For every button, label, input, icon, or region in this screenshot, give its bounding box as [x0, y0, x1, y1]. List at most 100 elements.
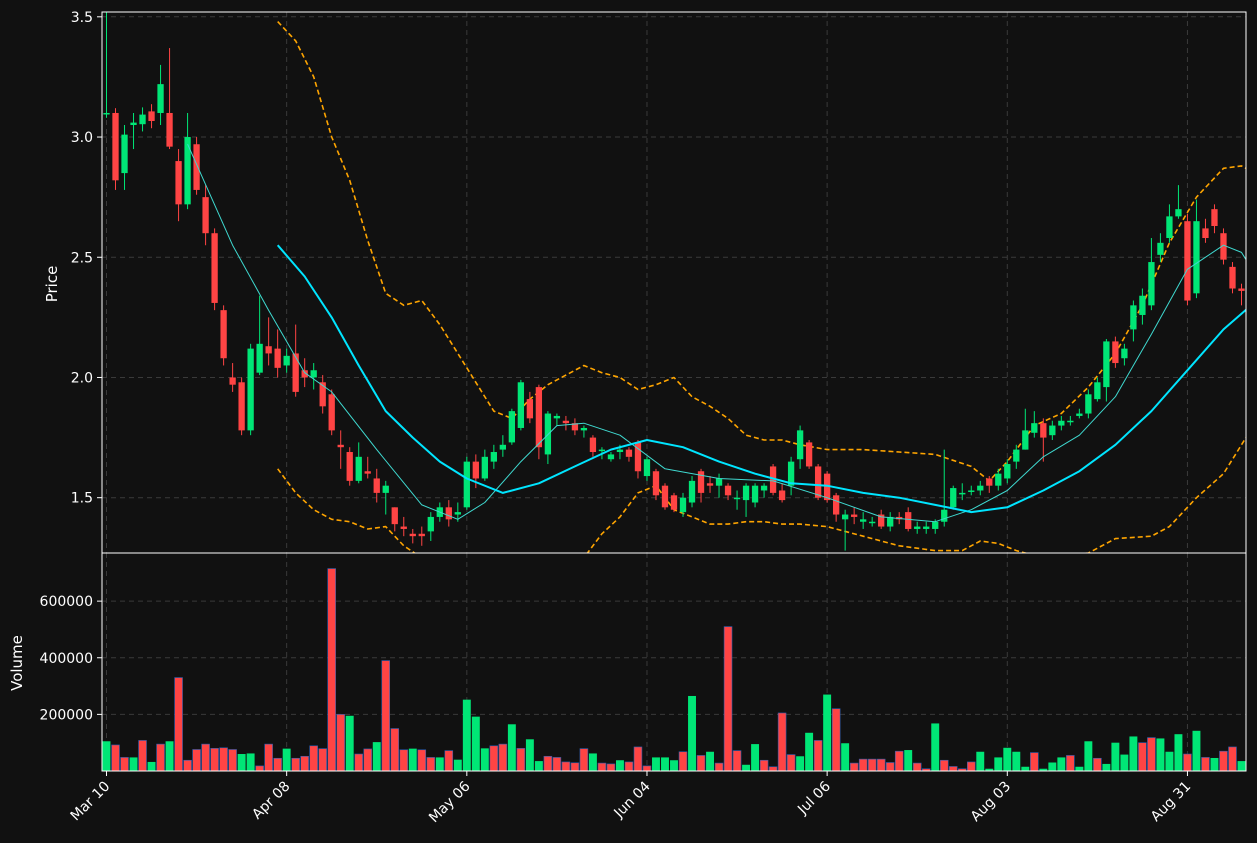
volume-bar	[570, 762, 580, 772]
volume-bar	[688, 695, 696, 771]
candle-body	[778, 490, 786, 501]
candle-body	[193, 144, 200, 190]
candle-body	[869, 521, 876, 524]
candle-body	[220, 310, 227, 359]
candle-body	[643, 459, 651, 477]
candle-body	[553, 415, 561, 419]
volume-bar	[435, 757, 444, 771]
candle-body	[382, 485, 389, 493]
volume-bar	[336, 714, 345, 772]
candle-body	[1004, 464, 1011, 479]
volume-bar	[885, 762, 895, 772]
candle-body	[112, 112, 119, 181]
volume-bar	[552, 757, 562, 772]
candle-body	[706, 483, 714, 486]
candle-body	[139, 114, 146, 125]
volume-bar	[1156, 738, 1165, 771]
volume-bar	[300, 755, 309, 772]
volume-bar	[1111, 742, 1120, 771]
volume-bar	[156, 743, 165, 772]
volume-bar	[976, 751, 985, 771]
candle-body	[1112, 341, 1119, 364]
candle-body	[373, 478, 380, 493]
candle-body	[508, 411, 516, 443]
volume-bar	[706, 751, 714, 771]
volume-bar	[408, 748, 417, 771]
volume-bar	[1012, 751, 1021, 771]
candle-body	[1139, 295, 1146, 315]
volume-bar	[417, 749, 427, 772]
volume-bar	[994, 757, 1003, 771]
candle-body	[247, 348, 254, 431]
candle-body	[1076, 413, 1083, 416]
volume-bar	[876, 758, 886, 772]
candle-body	[1157, 242, 1164, 255]
volume-bar	[849, 762, 859, 772]
volume-bar	[255, 765, 264, 772]
candle-body	[724, 485, 732, 496]
candle-body	[211, 233, 218, 303]
candle-body	[1166, 216, 1173, 239]
candle-body	[905, 512, 912, 529]
volume-bar	[742, 764, 751, 771]
volume-bar	[1183, 753, 1192, 772]
volume-bar	[516, 748, 526, 772]
volume-ytick-label: 400000	[40, 651, 93, 667]
candle-body	[166, 112, 173, 147]
volume-bar	[661, 757, 669, 771]
volume-bar	[751, 744, 760, 771]
candle-body	[391, 507, 398, 525]
candle-body	[742, 485, 750, 501]
volume-bar	[805, 732, 814, 771]
candle-body	[832, 495, 840, 515]
candle-body	[1094, 382, 1101, 400]
candle-body	[1022, 430, 1029, 450]
volume-ytick-label: 200000	[40, 707, 93, 723]
volume-bar	[1174, 734, 1183, 771]
volume-bar	[1021, 766, 1030, 771]
volume-bar	[1120, 754, 1129, 771]
candle-body	[1130, 305, 1137, 330]
volume-bar	[201, 743, 210, 772]
volume-bar	[111, 744, 120, 772]
candle-body	[310, 370, 317, 378]
volume-bar	[1093, 757, 1102, 772]
volume-bar	[1201, 757, 1210, 772]
candle-body	[409, 533, 416, 537]
candle-body	[1211, 209, 1218, 226]
candle-body	[481, 456, 488, 479]
candle-body	[1013, 449, 1020, 462]
candle-body	[229, 377, 236, 385]
volume-bar	[165, 741, 174, 771]
volume-bar	[732, 750, 742, 772]
volume-bar	[1228, 746, 1237, 772]
volume-bar	[498, 743, 508, 772]
volume-bar	[534, 761, 543, 771]
volume-bar	[696, 755, 706, 772]
volume-bar	[858, 758, 868, 772]
volume-bar	[480, 748, 489, 771]
candle-body	[995, 473, 1002, 486]
candle-body	[454, 512, 461, 515]
volume-bar	[489, 745, 499, 772]
volume-bar	[796, 756, 805, 771]
candle-body	[760, 485, 768, 491]
price-ytick-label: 3.5	[71, 10, 93, 26]
price-ytick-label: 3.0	[71, 130, 93, 146]
candle-body	[580, 427, 588, 431]
volume-bar	[219, 747, 228, 772]
candle-body	[1121, 348, 1128, 359]
volume-axis-label: Volume	[8, 635, 26, 691]
candle-body	[1049, 425, 1056, 436]
volume-bar	[1066, 755, 1075, 772]
volume-bar	[904, 750, 913, 771]
candle-body	[959, 492, 966, 495]
volume-bar	[1165, 751, 1174, 771]
volume-bar	[714, 762, 724, 772]
candle-body	[1040, 423, 1047, 438]
volume-bar	[867, 758, 877, 772]
volume-bar	[507, 724, 516, 771]
volume-bar	[1192, 730, 1201, 771]
candle-body	[914, 526, 921, 529]
candle-body	[652, 471, 660, 496]
